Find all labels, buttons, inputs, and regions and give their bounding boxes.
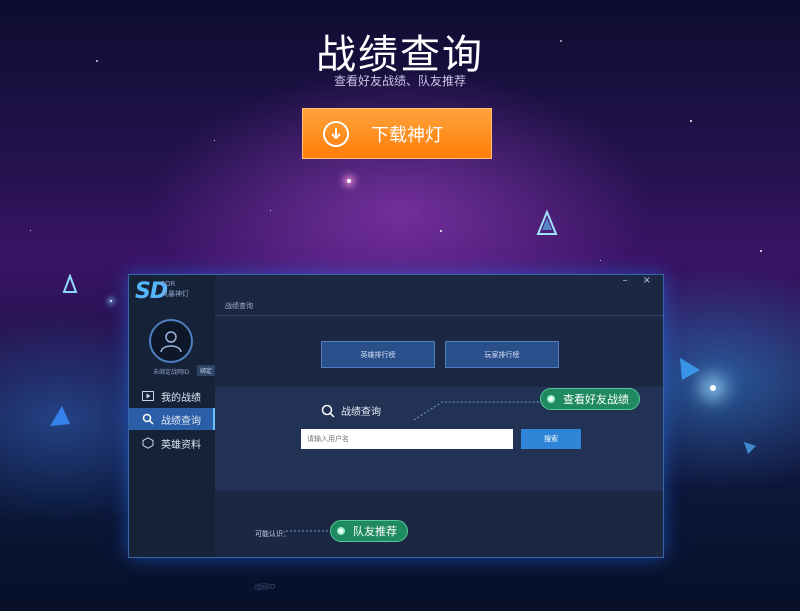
app-window: SD FOR 风暴神灯 未绑定战网ID 绑定 我的战绩 战绩查询 英雄资料 战绩… <box>128 274 664 558</box>
triangle-decoration-icon <box>680 358 700 380</box>
sidebar-item-label: 英雄资料 <box>161 439 201 451</box>
star <box>710 385 716 391</box>
dot-icon <box>337 527 345 535</box>
download-label: 下载神灯 <box>371 124 443 146</box>
player-ranking-button[interactable]: 玩家排行榜 <box>445 341 559 368</box>
triangle-decoration-icon <box>62 274 78 293</box>
star <box>600 260 601 261</box>
logo-for-text: FOR <box>161 280 176 288</box>
search-icon <box>321 404 335 418</box>
star <box>690 120 692 122</box>
user-icon <box>160 331 182 353</box>
view-friends-record-callout[interactable]: 查看好友战绩 <box>540 388 640 410</box>
unbound-id-text: 未绑定战网ID <box>153 369 190 376</box>
play-icon <box>141 391 155 401</box>
star <box>347 179 351 183</box>
hexagon-icon <box>141 437 155 449</box>
sidebar-item-hero-data[interactable]: 英雄资料 <box>129 432 215 454</box>
callout-label: 队友推荐 <box>353 525 397 538</box>
username-search-input[interactable] <box>301 429 513 449</box>
triangle-decoration-icon <box>744 442 756 454</box>
star <box>30 230 31 231</box>
search-heading: 战绩查询 <box>321 403 381 418</box>
dot-icon <box>547 395 555 403</box>
sidebar-item-record-search[interactable]: 战绩查询 <box>129 408 215 430</box>
sidebar: SD FOR 风暴神灯 未绑定战网ID 绑定 我的战绩 战绩查询 英雄资料 <box>129 275 215 557</box>
page-subtitle: 查看好友战绩、队友推荐 <box>333 74 466 88</box>
window-controls[interactable]: – × <box>622 275 657 286</box>
faded-footer-text: 战网ID <box>254 583 276 591</box>
sidebar-item-label: 战绩查询 <box>161 415 201 427</box>
triangle-decoration-icon <box>536 210 558 235</box>
avatar[interactable] <box>149 319 193 363</box>
callout-label: 查看好友战绩 <box>563 393 629 406</box>
bind-button[interactable]: 绑定 <box>197 365 215 376</box>
triangle-decoration-icon <box>50 406 70 426</box>
star <box>270 210 271 211</box>
arrow-down-circle-icon <box>323 120 349 147</box>
teammate-recommend-callout[interactable]: 队友推荐 <box>330 520 408 542</box>
divider <box>215 315 663 316</box>
star <box>440 230 442 232</box>
callout-connector <box>286 530 332 532</box>
star <box>110 300 112 302</box>
search-heading-label: 战绩查询 <box>341 407 381 418</box>
download-button[interactable]: 下载神灯 <box>302 108 492 159</box>
hero-ranking-button[interactable]: 英雄排行榜 <box>321 341 435 368</box>
search-button[interactable]: 搜索 <box>521 429 581 449</box>
star <box>214 140 215 141</box>
callout-connector <box>413 401 542 421</box>
sidebar-item-my-record[interactable]: 我的战绩 <box>129 385 215 407</box>
search-icon <box>141 413 155 425</box>
breadcrumb: 战绩查询 <box>225 302 253 310</box>
logo-name-text: 风暴神灯 <box>161 290 189 298</box>
sidebar-item-label: 我的战绩 <box>161 392 201 404</box>
star <box>760 250 762 252</box>
